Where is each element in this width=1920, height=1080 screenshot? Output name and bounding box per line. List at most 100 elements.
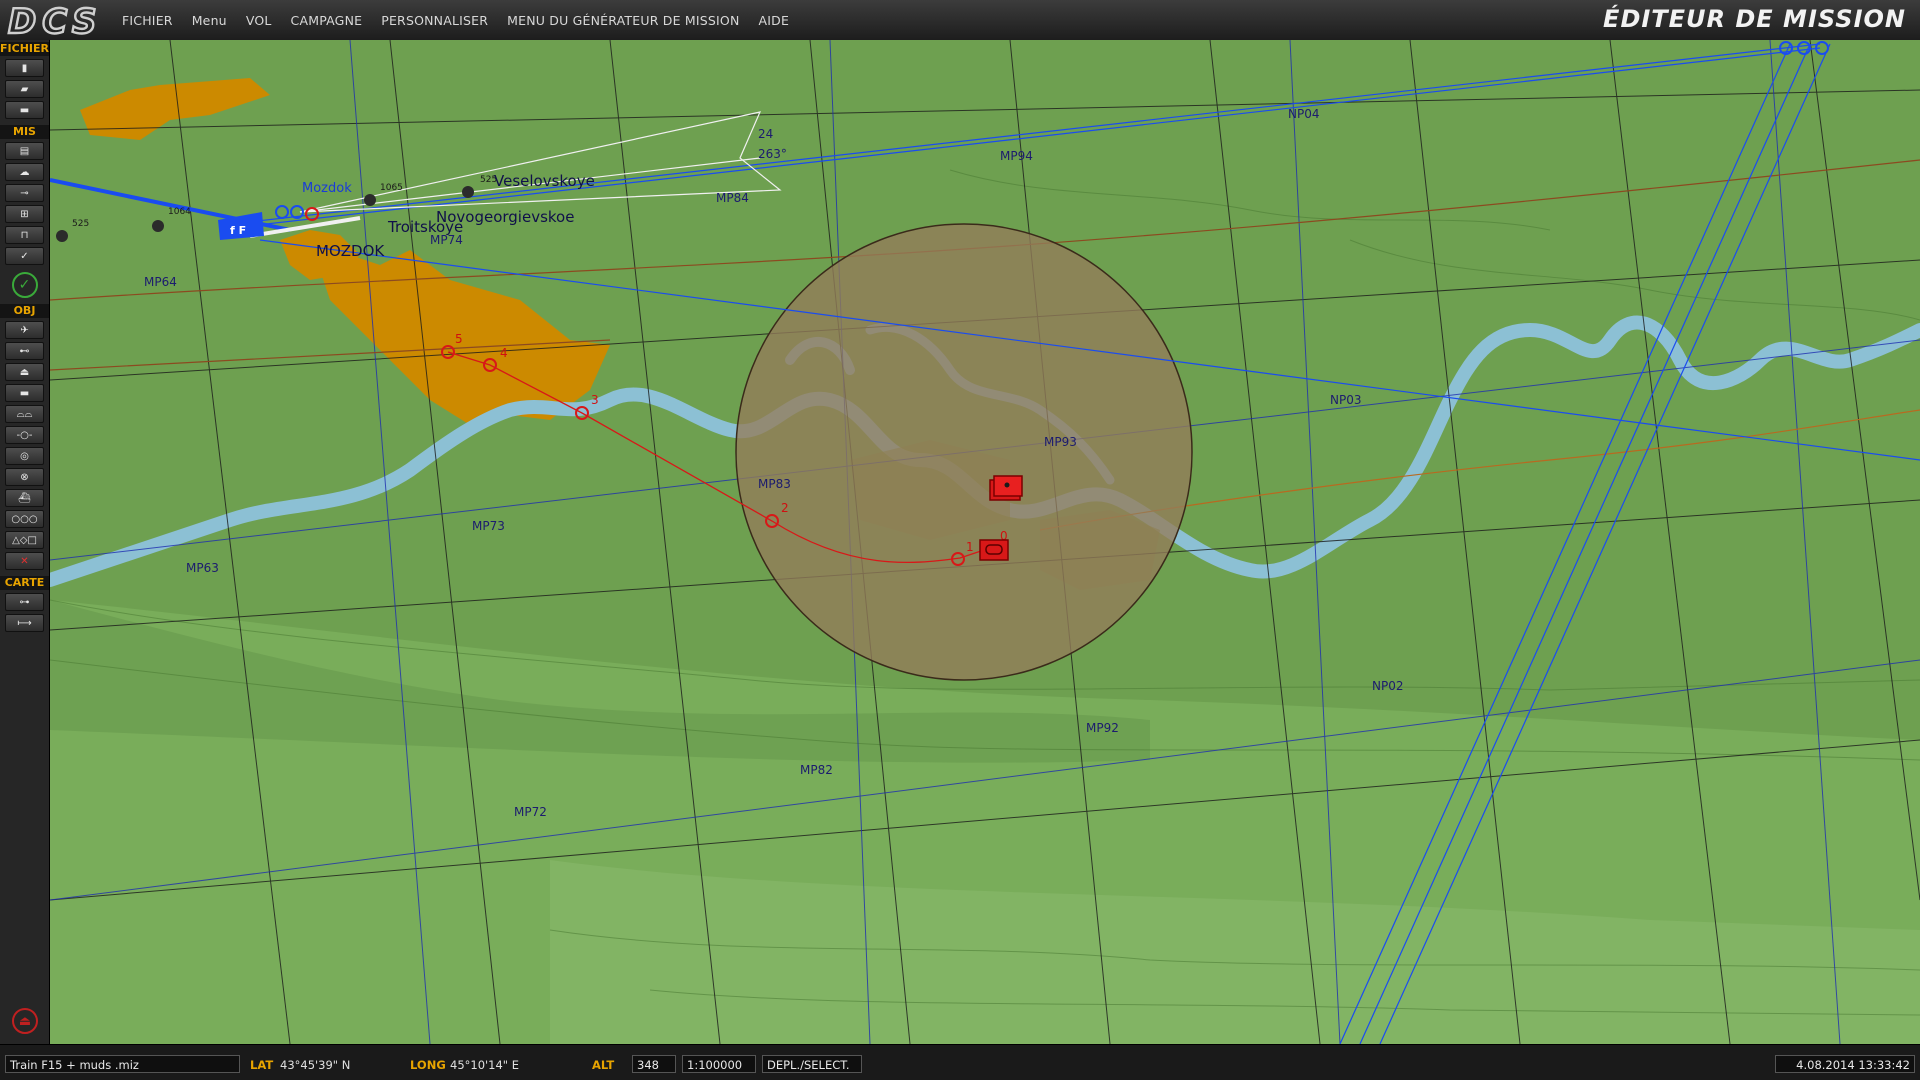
menu-vol[interactable]: VOL <box>246 13 272 28</box>
menu-fichier[interactable]: FICHIER <box>122 13 173 28</box>
menu-campagne[interactable]: CAMPAGNE <box>291 13 363 28</box>
briefing-icon: ▤ <box>19 145 30 157</box>
static-icon: ⌓⌓ <box>16 408 33 420</box>
grid-label-np03: NP03 <box>1330 393 1361 407</box>
runway-heading-number: 24 <box>758 127 773 141</box>
open-mission-button[interactable]: ▰ <box>5 80 44 98</box>
plane-icon: ✈ <box>20 324 29 336</box>
add-naval-button[interactable]: ⛴ <box>5 489 44 507</box>
triggers-icon: ⊞ <box>20 208 29 220</box>
menu-bar: DCS FICHIER Menu VOL CAMPAGNE PERSONNALI… <box>0 0 1920 41</box>
lat-label: LAT <box>250 1058 274 1072</box>
menu-mission-generator[interactable]: MENU DU GÉNÉRATEUR DE MISSION <box>507 13 739 28</box>
page-title: ÉDITEUR DE MISSION <box>1603 5 1906 33</box>
grid-label-mp64: MP64 <box>144 275 177 289</box>
new-file-icon: ▮ <box>21 62 28 74</box>
status-check-icon: ✓ <box>18 277 31 293</box>
town-label-mozdok: MOZDOK <box>316 242 385 260</box>
zoom-icon: ⊗ <box>20 471 29 483</box>
tool-panel: FICHIER ▮ ▰ ▬ MIS ▤ ☁ ⊸ ⊞ ⊓ ✓ ✓ OBJ ✈ ⊷ … <box>0 40 50 1044</box>
mission-datetime: 4.08.2014 13:33:42 <box>1775 1055 1915 1073</box>
menu-menu[interactable]: Menu <box>192 13 227 28</box>
waypoint-label-5: 5 <box>455 332 463 346</box>
section-fichier: FICHIER <box>0 42 49 56</box>
mission-check-button[interactable]: ✓ <box>5 247 44 265</box>
elevation-1065: 1065 <box>380 183 403 193</box>
red-ground-unit-1[interactable] <box>989 475 1023 501</box>
edit-mode[interactable]: DEPL./SELECT. <box>762 1055 862 1073</box>
airfield-name: Mozdok <box>302 181 352 196</box>
svg-text:f F: f F <box>230 224 246 237</box>
draw-shapes-button[interactable]: △◇□ <box>5 531 44 549</box>
zone-icon: ◎ <box>20 450 29 462</box>
map-key-button[interactable]: ⊶ <box>5 593 44 611</box>
red-ground-unit-2[interactable] <box>979 539 1009 561</box>
open-folder-icon: ▰ <box>20 83 29 95</box>
add-zone-button[interactable]: ◎ <box>5 447 44 465</box>
alt-value: 348 <box>632 1055 676 1073</box>
dcs-logo-text: DCS <box>8 2 102 38</box>
add-helicopter-button[interactable]: ⊷ <box>5 342 44 360</box>
save-mission-button[interactable]: ▬ <box>5 101 44 119</box>
town-label-veselovskoye: Veselovskoye <box>494 172 595 190</box>
exit-button[interactable]: ⏏ <box>12 1008 38 1034</box>
menu-aide[interactable]: AIDE <box>759 13 790 28</box>
menu-personnaliser[interactable]: PERSONNALISER <box>381 13 488 28</box>
add-vehicle-button[interactable]: ▬ <box>5 384 44 402</box>
grid-label-np04: NP04 <box>1288 107 1319 121</box>
lat-value: 43°45'39" N <box>280 1058 351 1072</box>
grid-label-mp94: MP94 <box>1000 149 1033 163</box>
failures-button[interactable]: ⊓ <box>5 226 44 244</box>
exit-icon: ⏏ <box>18 1013 32 1029</box>
template-button[interactable]: ○○○ <box>5 510 44 528</box>
add-ship-button[interactable]: ⏏ <box>5 363 44 381</box>
dcs-logo: DCS <box>7 2 102 38</box>
goals-button[interactable]: ⊸ <box>5 184 44 202</box>
briefing-button[interactable]: ▤ <box>5 142 44 160</box>
long-label: LONG <box>410 1058 446 1072</box>
new-mission-button[interactable]: ▮ <box>5 59 44 77</box>
elevation-525-b: 525 <box>72 219 89 229</box>
weather-icon: ☁ <box>19 166 30 178</box>
key-icon: ⊶ <box>19 596 30 608</box>
grid-label-mp63: MP63 <box>186 561 219 575</box>
grid-label-mp84: MP84 <box>716 191 749 205</box>
section-carte: CARTE <box>0 576 49 590</box>
delete-button[interactable]: ✕ <box>5 552 44 570</box>
grid-label-mp93: MP93 <box>1044 435 1077 449</box>
grid-label-mp82: MP82 <box>800 763 833 777</box>
map-canvas[interactable]: 24 263° f F Mozdok 1064 1065 525 525 5 4… <box>50 40 1920 1044</box>
grid-label-mp72: MP72 <box>514 805 547 819</box>
check-icon: ✓ <box>20 250 29 262</box>
add-plane-button[interactable]: ✈ <box>5 321 44 339</box>
delete-icon: ✕ <box>20 555 29 567</box>
grid-label-np02: NP02 <box>1372 679 1403 693</box>
long-value: 45°10'14" E <box>450 1058 520 1072</box>
grid-label-mp73: MP73 <box>472 519 505 533</box>
status-bar: Train F15 + muds .miz LAT 43°45'39" N LO… <box>0 1044 1920 1080</box>
runway-heading-degrees: 263° <box>758 147 787 161</box>
template-icon: ○○○ <box>11 513 38 525</box>
failures-icon: ⊓ <box>20 229 29 241</box>
grid-label-mp92: MP92 <box>1086 721 1119 735</box>
target-zone-circle[interactable] <box>735 223 1193 681</box>
goals-icon: ⊸ <box>20 187 29 199</box>
grid-label-mp83: MP83 <box>758 477 791 491</box>
add-static-button[interactable]: ⌓⌓ <box>5 405 44 423</box>
town-label-troitskoye: Troitskoye <box>387 218 463 236</box>
mission-status-indicator[interactable]: ✓ <box>11 272 38 298</box>
ruler-button[interactable]: ⟼ <box>5 614 44 632</box>
triggers-button[interactable]: ⊞ <box>5 205 44 223</box>
map-scale[interactable]: 1:100000 <box>682 1055 756 1073</box>
waypoint-label-2: 2 <box>781 501 789 515</box>
save-disk-icon: ▬ <box>19 104 30 116</box>
add-waypoint-button[interactable]: -○- <box>5 426 44 444</box>
map-view[interactable]: 24 263° f F Mozdok 1064 1065 525 525 5 4… <box>50 40 1920 1044</box>
zoom-target-button[interactable]: ⊗ <box>5 468 44 486</box>
waypoint-label-3: 3 <box>591 393 599 407</box>
weather-button[interactable]: ☁ <box>5 163 44 181</box>
section-obj: OBJ <box>0 304 49 318</box>
waypoint-label-4: 4 <box>500 346 508 360</box>
naval-icon: ⛴ <box>18 492 31 504</box>
section-mis: MIS <box>0 125 49 139</box>
